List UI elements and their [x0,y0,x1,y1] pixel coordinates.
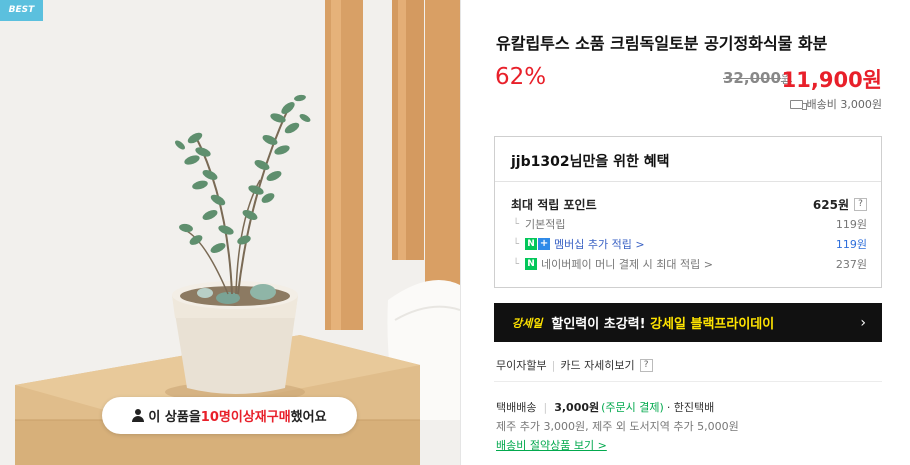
tree-branch-icon: └ [513,218,520,230]
sale-price: 11,900원 [781,68,882,92]
benefit-header: jjb1302님만을 위한 혜택 [495,137,881,182]
product-title: 유칼립투스 소품 크림독일토분 공기정화식물 화분 [496,34,828,53]
max-point-value: 625원 [812,197,849,212]
divider-line [494,381,882,382]
rebuy-notice: 이 상품을 10명 이상 재구매 했어요 [102,397,357,434]
card-benefits: 무이자할부 | 카드 자세히보기 ? [496,357,653,373]
rebuy-prefix: 이 상품을 [148,410,201,425]
shipping-fee: 배송비 3,000원 [789,96,882,112]
tree-branch-icon: └ [513,238,520,250]
delivery-type: 택배배송 [496,401,537,414]
promo-highlight: 강세일 블랙프라이데이 [650,317,775,332]
original-price-value: 32,000 [723,69,781,87]
chevron-right-icon: › [860,315,866,331]
plant-illustration [0,0,460,465]
naver-n-icon: N [525,238,538,250]
bundle-shipping-link[interactable]: 배송비 절약상품 보기 > [496,437,607,453]
naverpay-point-row[interactable]: └ N 네이버페이 머니 결제 시 최대 적립 > 237원 [511,254,867,274]
max-point-row: 최대 적립 포인트 625원? [511,194,867,214]
tree-branch-icon: └ [513,258,520,270]
delivery-extra: 제주 추가 3,000원, 제주 외 도서지역 추가 5,000원 [496,420,739,433]
product-image[interactable]: BEST 이 상품을 10명 이상 재구매 했어요 [0,0,460,465]
installment-link[interactable]: 무이자할부 [496,357,547,373]
best-badge: BEST [0,0,43,21]
basic-point-value: 119원 [835,218,867,231]
max-point-label: 최대 적립 포인트 [511,197,597,212]
membership-point-row[interactable]: └ N + 멤버십 추가 적립 > 119원 [511,234,867,254]
shipping-fee-text: 배송비 3,000원 [806,98,882,111]
membership-point-value: 119원 [835,238,867,251]
delivery-info: 택배배송 | 3,000원 (주문시 결제) · 한진택배 [496,399,714,415]
naver-plus-icon: + [538,238,551,250]
naverpay-point-value: 237원 [835,258,867,271]
naverpay-icon: N [525,258,538,270]
basic-point-row: └ 기본적립 119원 [511,214,867,234]
delivery-note: (주문시 결제) [601,401,664,414]
card-help-icon[interactable]: ? [639,358,653,372]
discount-rate: 62% [495,64,547,90]
point-help-icon[interactable]: ? [854,197,867,211]
rebuy-highlight: 재구매 [254,410,291,425]
card-detail-link[interactable]: 카드 자세히보기 [560,357,634,373]
truck-icon [789,99,807,110]
naverpay-point-link[interactable]: 네이버페이 머니 결제 시 최대 적립 > [541,256,713,272]
rebuy-count: 10명 [200,410,231,425]
separator: | [551,358,556,372]
delivery-price: 3,000원 [554,401,600,414]
benefit-box: jjb1302님만을 위한 혜택 최대 적립 포인트 625원? └ 기본적립 1… [494,136,882,288]
delivery-carrier: · 한진택배 [666,401,715,414]
panel-divider [460,0,461,465]
promo-text: 할인력이 초강력! [551,317,651,332]
promo-tag: 강세일 [512,316,543,330]
promo-banner[interactable]: 강세일 할인력이 초강력! 강세일 블랙프라이데이 › [494,303,882,342]
basic-point-label: 기본적립 [525,218,566,231]
rebuy-mid: 이상 [230,410,255,425]
rebuy-suffix: 했어요 [290,410,327,425]
membership-point-link[interactable]: 멤버십 추가 적립 > [554,236,645,252]
user-icon [132,409,145,422]
separator: | [543,400,548,414]
